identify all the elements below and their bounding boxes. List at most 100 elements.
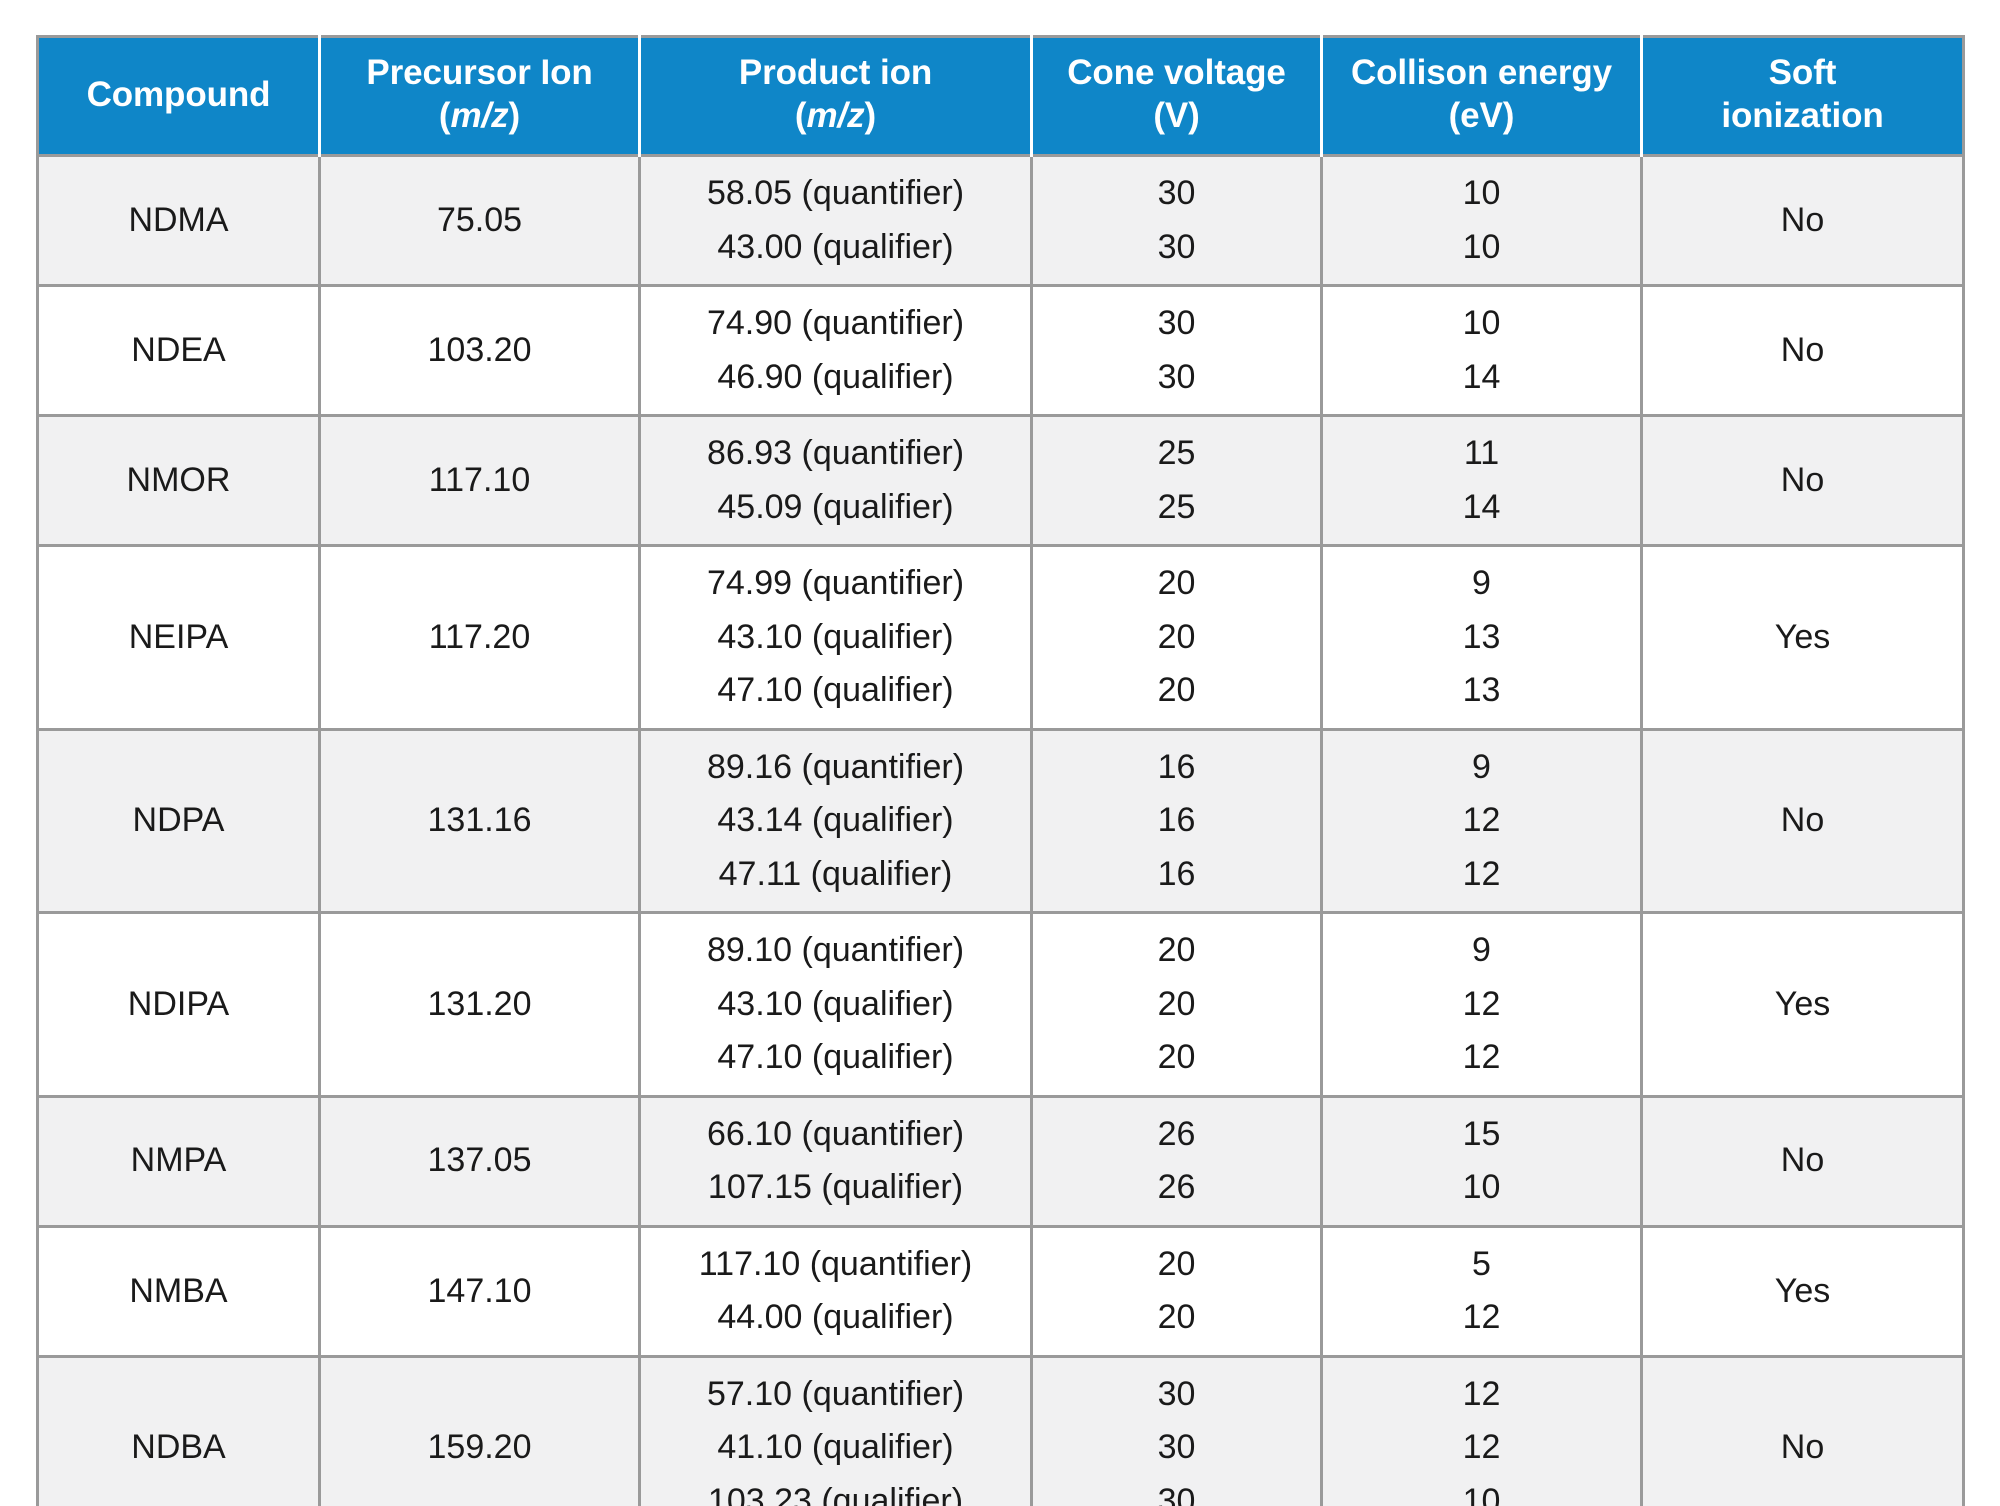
column-header-compound: Compound — [36, 35, 321, 156]
cell-cone-voltage: 30 30 — [1030, 284, 1323, 418]
cell-cone-voltage-line: 26 — [1157, 1114, 1196, 1153]
cell-precursor-ion: 103.20 — [318, 284, 641, 418]
column-header-collision-energy: Collison energy (eV) — [1320, 35, 1643, 156]
table-body: NDMA 75.05 58.05 (quantifier) 43.00 (qualif… — [36, 153, 1965, 1506]
cell-soft-ionization: Yes — [1640, 911, 1965, 1098]
cell-product-ion-line: 44.00 (qualifier) — [717, 1298, 954, 1337]
cell-cone-voltage-line: 20 — [1157, 617, 1196, 656]
cell-collision-energy-line: 15 — [1462, 1114, 1501, 1153]
cell-collision-energy: 10 14 — [1320, 284, 1643, 418]
cell-collision-energy: 9 13 13 — [1320, 544, 1643, 731]
table-row: NMPA 137.05 66.10 (quantifier) 107.15 (qual… — [36, 1094, 1965, 1228]
cell-product-ion-line: 45.09 (qualifier) — [717, 487, 954, 526]
cell-soft-ionization: No — [1640, 153, 1965, 288]
column-header-soft-ionization-label: Soft — [1768, 53, 1837, 93]
cell-product-ion-line: 43.10 (qualifier) — [717, 617, 954, 656]
cell-collision-energy: 9 12 12 — [1320, 727, 1643, 915]
column-header-collision-energy-label: Collison energy — [1350, 53, 1613, 93]
cell-collision-energy-line: 12 — [1462, 1298, 1501, 1337]
cell-cone-voltage-line: 16 — [1157, 801, 1196, 840]
cell-collision-energy-line: 13 — [1462, 671, 1501, 710]
column-header-collision-energy-unit: (eV) — [1448, 96, 1515, 135]
cell-cone-voltage: 30 30 — [1030, 153, 1323, 288]
cell-collision-energy-line: 14 — [1462, 357, 1501, 396]
cell-cone-voltage: 30 30 30 — [1030, 1354, 1323, 1506]
cell-product-ion: 89.16 (quantifier) 43.14 (qualifier) 47.11… — [638, 727, 1033, 915]
cell-product-ion-line: 43.00 (qualifier) — [717, 227, 954, 266]
cell-product-ion-line: 107.15 (qualifier) — [707, 1168, 964, 1207]
cell-compound: NDBA — [36, 1354, 321, 1506]
column-header-cone-voltage: Cone voltage (V) — [1030, 35, 1323, 156]
cell-cone-voltage-line: 16 — [1157, 854, 1196, 893]
table-row: NDBA 159.20 57.10 (quantifier) 41.10 (quali… — [36, 1354, 1965, 1506]
cell-collision-energy: 12 12 10 — [1320, 1354, 1643, 1506]
cell-precursor-ion: 137.05 — [318, 1094, 641, 1228]
page-root: Compound Precursor Ion (m/z) Product ion… — [0, 0, 2000, 1506]
cell-precursor-ion: 131.16 — [318, 727, 641, 915]
cell-cone-voltage-line: 20 — [1157, 1244, 1196, 1283]
cell-product-ion-line: 74.90 (quantifier) — [706, 304, 965, 343]
cell-cone-voltage-line: 20 — [1157, 984, 1196, 1023]
cell-precursor-ion: 147.10 — [318, 1224, 641, 1358]
cell-collision-energy-line: 9 — [1472, 931, 1491, 970]
cell-product-ion: 89.10 (quantifier) 43.10 (qualifier) 47.10… — [638, 911, 1033, 1098]
cell-compound: NDPA — [36, 727, 321, 915]
cell-soft-ionization: No — [1640, 284, 1965, 418]
table-row: NDEA 103.20 74.90 (quantifier) 46.90 (quali… — [36, 284, 1965, 418]
cell-soft-ionization: Yes — [1640, 544, 1965, 731]
table-row: NDIPA 131.20 89.10 (quantifier) 43.10 (qual… — [36, 911, 1965, 1098]
cell-soft-ionization: No — [1640, 1354, 1965, 1506]
cell-collision-energy: 10 10 — [1320, 153, 1643, 288]
cell-collision-energy-line: 12 — [1462, 1374, 1501, 1413]
cell-cone-voltage-line: 30 — [1157, 1428, 1196, 1467]
column-header-cone-voltage-label: Cone voltage — [1067, 53, 1286, 93]
cell-collision-energy: 5 12 — [1320, 1224, 1643, 1358]
cell-cone-voltage-line: 20 — [1157, 671, 1196, 710]
cell-collision-energy-line: 12 — [1462, 984, 1501, 1023]
cell-cone-voltage-line: 20 — [1157, 931, 1196, 970]
cell-cone-voltage-line: 30 — [1157, 357, 1196, 396]
cell-product-ion-line: 47.10 (qualifier) — [717, 1038, 954, 1077]
cell-cone-voltage: 25 25 — [1030, 414, 1323, 548]
header-row: Compound Precursor Ion (m/z) Product ion… — [36, 35, 1965, 156]
column-header-compound-label: Compound — [86, 74, 271, 114]
cell-precursor-ion: 117.10 — [318, 414, 641, 548]
cell-collision-energy-line: 9 — [1472, 564, 1491, 603]
cell-collision-energy-line: 12 — [1462, 854, 1501, 893]
cell-product-ion-line: 89.10 (quantifier) — [706, 931, 965, 970]
cell-compound: NEIPA — [36, 544, 321, 731]
column-header-product-ion-label: Product ion — [738, 53, 933, 93]
cell-precursor-ion: 117.20 — [318, 544, 641, 731]
cell-compound: NDIPA — [36, 911, 321, 1098]
table-row: NDPA 131.16 89.16 (quantifier) 43.14 (quali… — [36, 727, 1965, 915]
column-header-product-ion: Product ion (m/z) — [638, 35, 1033, 156]
cell-collision-energy-line: 5 — [1472, 1244, 1491, 1283]
cell-cone-voltage-line: 20 — [1157, 1298, 1196, 1337]
cell-collision-energy-line: 10 — [1462, 304, 1501, 343]
cell-product-ion: 74.90 (quantifier) 46.90 (qualifier) — [638, 284, 1033, 418]
cell-compound: NDMA — [36, 153, 321, 288]
cell-collision-energy-line: 10 — [1462, 1168, 1501, 1207]
column-header-precursor-ion-label: Precursor Ion — [366, 53, 593, 93]
cell-product-ion: 86.93 (quantifier) 45.09 (qualifier) — [638, 414, 1033, 548]
cell-soft-ionization: No — [1640, 414, 1965, 548]
table-row: NMBA 147.10 117.10 (quantifier) 44.00 (qual… — [36, 1224, 1965, 1358]
cell-product-ion-line: 89.16 (quantifier) — [706, 747, 965, 786]
cell-product-ion-line: 43.10 (qualifier) — [717, 984, 954, 1023]
cell-cone-voltage-line: 30 — [1157, 174, 1196, 212]
cell-product-ion-line: 103.23 (qualifier) — [707, 1481, 964, 1506]
cell-cone-voltage-line: 20 — [1157, 564, 1196, 603]
cell-compound: NMBA — [36, 1224, 321, 1358]
cell-collision-energy: 15 10 — [1320, 1094, 1643, 1228]
cell-compound: NDEA — [36, 284, 321, 418]
cell-cone-voltage-line: 20 — [1157, 1038, 1196, 1077]
cell-cone-voltage-line: 25 — [1157, 434, 1196, 473]
cell-product-ion-line: 57.10 (quantifier) — [706, 1374, 965, 1413]
table-row: NDMA 75.05 58.05 (quantifier) 43.00 (qualif… — [36, 153, 1965, 288]
cell-product-ion-line: 86.93 (quantifier) — [706, 434, 965, 473]
cell-collision-energy-line: 12 — [1462, 1428, 1501, 1467]
cell-collision-energy: 11 14 — [1320, 414, 1643, 548]
cell-collision-energy-line: 10 — [1462, 1481, 1501, 1506]
cell-product-ion-line: 46.90 (qualifier) — [717, 357, 954, 396]
cell-precursor-ion: 75.05 — [318, 153, 641, 288]
